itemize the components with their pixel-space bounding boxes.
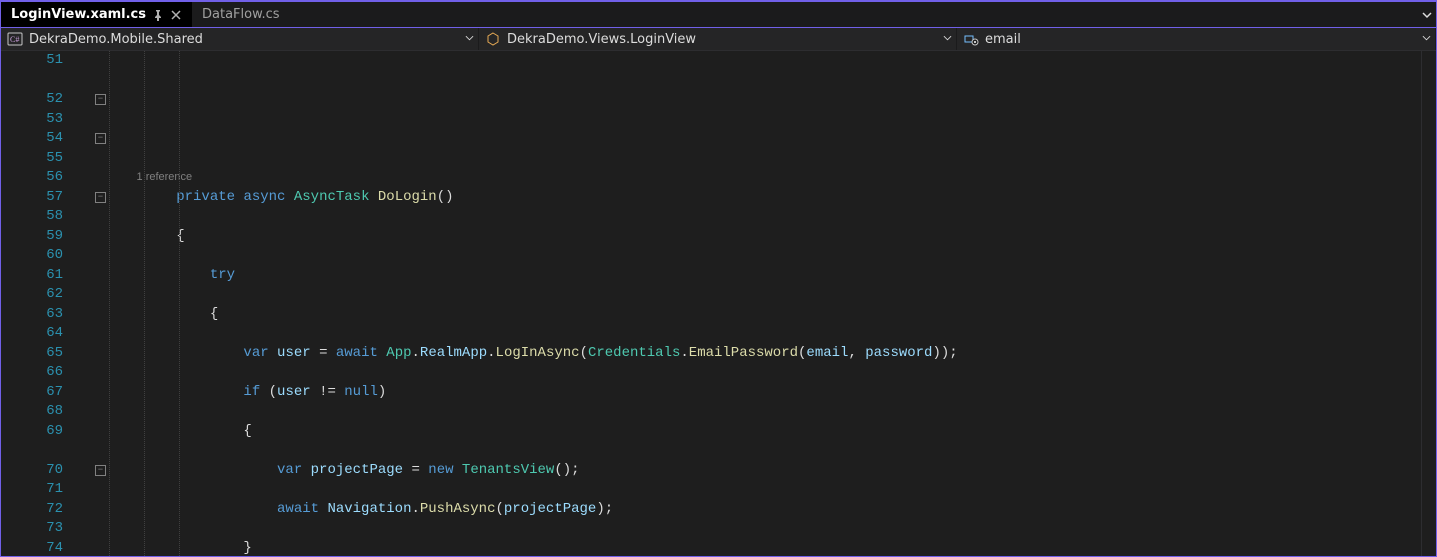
fold-toggle[interactable]: − — [95, 133, 106, 144]
fold-toggle[interactable]: − — [95, 192, 106, 203]
chevron-down-icon — [1422, 32, 1431, 47]
code-line: try — [109, 266, 1436, 286]
chevron-down-icon — [465, 32, 474, 47]
tab-loginview[interactable]: LoginView.xaml.cs — [1, 2, 192, 27]
vertical-scrollbar[interactable] — [1421, 51, 1436, 556]
code-line: { — [109, 227, 1436, 247]
outlining-margin: − − − − — [95, 51, 109, 556]
code-surface[interactable]: 1 reference private async AsyncTask DoLo… — [109, 51, 1436, 556]
code-line: var user = await App.RealmApp.LogInAsync… — [109, 344, 1436, 364]
class-icon — [485, 31, 501, 47]
chevron-down-icon — [943, 32, 952, 47]
tab-label: LoginView.xaml.cs — [11, 7, 146, 22]
line-number-gutter: 5152535455565758596061626364656667686970… — [1, 51, 81, 556]
code-line: { — [109, 422, 1436, 442]
nav-class-dropdown[interactable]: DekraDemo.Views.LoginView — [479, 28, 957, 50]
indent-guides — [109, 51, 176, 556]
nav-project-dropdown[interactable]: C# DekraDemo.Mobile.Shared — [1, 28, 479, 50]
code-line: await Navigation.PushAsync(projectPage); — [109, 500, 1436, 520]
tab-overflow-button[interactable] — [1418, 2, 1436, 27]
marker-bar — [81, 51, 95, 556]
tabstrip-spacer — [290, 2, 1418, 27]
nav-member-dropdown[interactable]: email — [957, 28, 1436, 50]
unpin-icon[interactable] — [152, 9, 164, 21]
code-line: } — [109, 539, 1436, 557]
code-line — [109, 129, 1436, 149]
document-tab-strip: LoginView.xaml.cs DataFlow.cs — [1, 2, 1436, 27]
close-icon[interactable] — [170, 9, 182, 21]
code-line: if (user != null) — [109, 383, 1436, 403]
fold-toggle[interactable]: − — [95, 465, 106, 476]
tab-dataflow[interactable]: DataFlow.cs — [192, 2, 290, 27]
code-editor[interactable]: 5152535455565758596061626364656667686970… — [1, 51, 1436, 556]
svg-text:C#: C# — [10, 35, 19, 44]
nav-class-label: DekraDemo.Views.LoginView — [507, 32, 696, 47]
fold-toggle[interactable]: − — [95, 94, 106, 105]
field-private-icon — [963, 31, 979, 47]
code-line: private async AsyncTask DoLogin() — [109, 188, 1436, 208]
code-line: { — [109, 305, 1436, 325]
code-line: var projectPage = new TenantsView(); — [109, 461, 1436, 481]
nav-member-label: email — [985, 32, 1021, 47]
nav-project-label: DekraDemo.Mobile.Shared — [29, 32, 203, 47]
navigation-bar: C# DekraDemo.Mobile.Shared DekraDemo.Vie… — [1, 27, 1436, 51]
csharp-project-icon: C# — [7, 31, 23, 47]
tab-label: DataFlow.cs — [202, 7, 280, 22]
